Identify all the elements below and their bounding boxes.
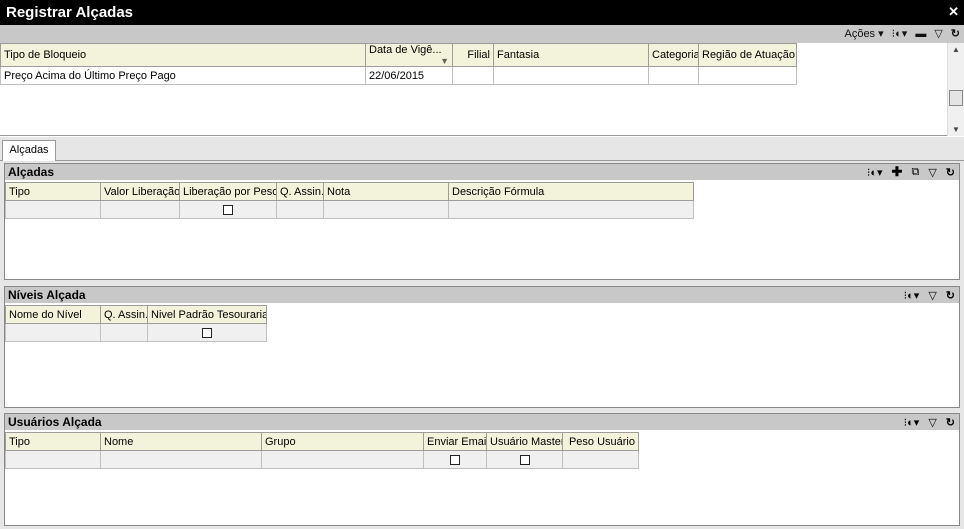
tab-strip: Alçadas — [0, 137, 964, 161]
cell-regiao-atuacao[interactable] — [698, 66, 797, 85]
copy-icon[interactable]: ⧉ — [911, 166, 919, 179]
col-header-fantasia[interactable]: Fantasia — [493, 43, 649, 67]
liberacao-peso-checkbox[interactable] — [223, 204, 233, 215]
cell-tipo[interactable] — [5, 450, 101, 469]
cell-peso-usuario[interactable] — [562, 450, 639, 469]
cell-q-assin[interactable] — [276, 200, 324, 219]
alcadas-panel-title: Alçadas — [8, 165, 55, 179]
acoes-label: Ações — [844, 28, 876, 40]
col-header-categoria[interactable]: Categoria — [648, 43, 699, 67]
refresh-icon[interactable]: ↻ — [946, 416, 955, 429]
col-header-nivel-padrao-tesouraria[interactable]: Nivel Padrão Tesouraria — [147, 305, 267, 324]
filter-icon[interactable]: ▽ — [934, 25, 942, 43]
nivel-padrao-checkbox[interactable] — [202, 327, 212, 338]
usuarios-panel-header: Usuários Alçada ⁝◐▾ ▽ ↻ — [5, 414, 959, 430]
col-header-grupo[interactable]: Grupo — [261, 432, 424, 451]
cell-enviar-email[interactable] — [423, 450, 487, 469]
col-header-q-assin[interactable]: Q. Assin. — [276, 182, 324, 201]
acoes-menu-button[interactable]: Ações ▾ — [844, 25, 883, 43]
cell-filial[interactable] — [452, 66, 494, 85]
col-header-nota[interactable]: Nota — [323, 182, 449, 201]
tab-alcadas[interactable]: Alçadas — [2, 140, 56, 161]
col-header-enviar-email[interactable]: Enviar Email — [423, 432, 487, 451]
filter-icon[interactable]: ▽ — [928, 289, 936, 302]
niveis-panel-header: Níveis Alçada ⁝◐▾ ▽ ↻ — [5, 287, 959, 303]
usuarios-panel: Usuários Alçada ⁝◐▾ ▽ ↻ Tipo Nome Grupo … — [4, 413, 960, 526]
col-header-descricao-formula[interactable]: Descrição Fórmula — [448, 182, 694, 201]
scroll-up-icon[interactable]: ▲ — [952, 45, 960, 54]
refresh-icon[interactable]: ↻ — [951, 25, 960, 43]
close-icon[interactable]: ✕ — [948, 4, 959, 20]
niveis-grid: Nome do Nível Q. Assin. Nivel Padrão Tes… — [5, 305, 267, 342]
sort-desc-icon: ▼ — [440, 56, 449, 66]
table-row[interactable]: Preço Acima do Último Preço Pago 22/06/2… — [0, 66, 797, 85]
scroll-thumb[interactable] — [949, 90, 963, 106]
new-row[interactable] — [5, 323, 267, 342]
vertical-scrollbar[interactable]: ▲ ▼ — [947, 43, 964, 136]
col-header-tipo[interactable]: Tipo — [5, 182, 101, 201]
cell-tipo-bloqueio[interactable]: Preço Acima do Último Preço Pago — [0, 66, 366, 85]
scroll-down-icon[interactable]: ▼ — [952, 125, 960, 134]
enviar-email-checkbox[interactable] — [450, 454, 460, 465]
col-header-regiao-atuacao[interactable]: Região de Atuação — [698, 43, 797, 67]
col-header-nome-nivel[interactable]: Nome do Nível — [5, 305, 101, 324]
alcadas-grid: Tipo Valor Liberação Liberação por Peso … — [5, 182, 694, 219]
new-row[interactable] — [5, 200, 694, 219]
cell-q-assin[interactable] — [100, 323, 148, 342]
cell-tipo[interactable] — [5, 200, 101, 219]
col-header-data-vigencia-label: Data de Vigê... — [369, 44, 442, 57]
usuarios-panel-title: Usuários Alçada — [8, 415, 102, 429]
cell-nota[interactable] — [323, 200, 449, 219]
cell-nome-nivel[interactable] — [5, 323, 101, 342]
col-header-tipo[interactable]: Tipo — [5, 432, 101, 451]
col-header-filial[interactable]: Filial — [452, 43, 494, 67]
col-header-peso-usuario[interactable]: Peso Usuário — [562, 432, 639, 451]
window-title: Registrar Alçadas — [6, 4, 134, 21]
niveis-panel-title: Níveis Alçada — [8, 288, 86, 302]
col-header-usuario-master[interactable]: Usuário Master — [486, 432, 563, 451]
cell-nome[interactable] — [100, 450, 262, 469]
cell-descricao-formula[interactable] — [448, 200, 694, 219]
refresh-icon[interactable]: ↻ — [946, 289, 955, 302]
col-header-data-vigencia[interactable]: Data de Vigê... ▼ — [365, 43, 453, 67]
cell-fantasia[interactable] — [493, 66, 649, 85]
usuarios-grid: Tipo Nome Grupo Enviar Email Usuário Mas… — [5, 432, 639, 469]
main-toolbar: Ações ▾ ⁝◐▾ ▬ ▽ ↻ — [0, 25, 964, 43]
cell-categoria[interactable] — [648, 66, 699, 85]
bloqueio-grid: Tipo de Bloqueio Data de Vigê... ▼ Filial… — [0, 43, 797, 85]
filter-icon[interactable]: ▽ — [928, 416, 936, 429]
column-options-icon[interactable]: ⁝◐▾ — [904, 416, 920, 429]
column-options-icon[interactable]: ⁝◐▾ — [867, 166, 883, 179]
refresh-icon[interactable]: ↻ — [946, 166, 955, 179]
col-header-tipo-bloqueio[interactable]: Tipo de Bloqueio — [0, 43, 366, 67]
alcadas-panel-header: Alçadas ⁝◐▾ ✚ ⧉ ▽ ↻ — [5, 164, 959, 180]
col-header-valor-liberacao[interactable]: Valor Liberação — [100, 182, 180, 201]
cell-usuario-master[interactable] — [486, 450, 563, 469]
cell-nivel-padrao-tesouraria[interactable] — [147, 323, 267, 342]
usuario-master-checkbox[interactable] — [519, 454, 530, 465]
alcadas-panel: Alçadas ⁝◐▾ ✚ ⧉ ▽ ↻ Tipo Valor Liberação… — [4, 163, 960, 280]
column-options-icon[interactable]: ⁝◐▾ — [892, 25, 908, 43]
col-header-nome[interactable]: Nome — [100, 432, 262, 451]
column-options-icon[interactable]: ⁝◐▾ — [904, 289, 920, 302]
add-icon[interactable]: ✚ — [892, 164, 903, 180]
minimize-icon[interactable]: ▬ — [915, 25, 926, 43]
cell-liberacao-peso[interactable] — [179, 200, 277, 219]
cell-grupo[interactable] — [261, 450, 424, 469]
cell-data-vigencia[interactable]: 22/06/2015 — [365, 66, 453, 85]
niveis-panel: Níveis Alçada ⁝◐▾ ▽ ↻ Nome do Nível Q. A… — [4, 286, 960, 408]
new-row[interactable] — [5, 450, 639, 469]
window-titlebar: Registrar Alçadas ✕ — [0, 0, 964, 25]
col-header-liberacao-peso[interactable]: Liberação por Peso — [179, 182, 277, 201]
cell-valor-liberacao[interactable] — [100, 200, 180, 219]
filter-icon[interactable]: ▽ — [928, 166, 936, 179]
col-header-q-assin[interactable]: Q. Assin. — [100, 305, 148, 324]
